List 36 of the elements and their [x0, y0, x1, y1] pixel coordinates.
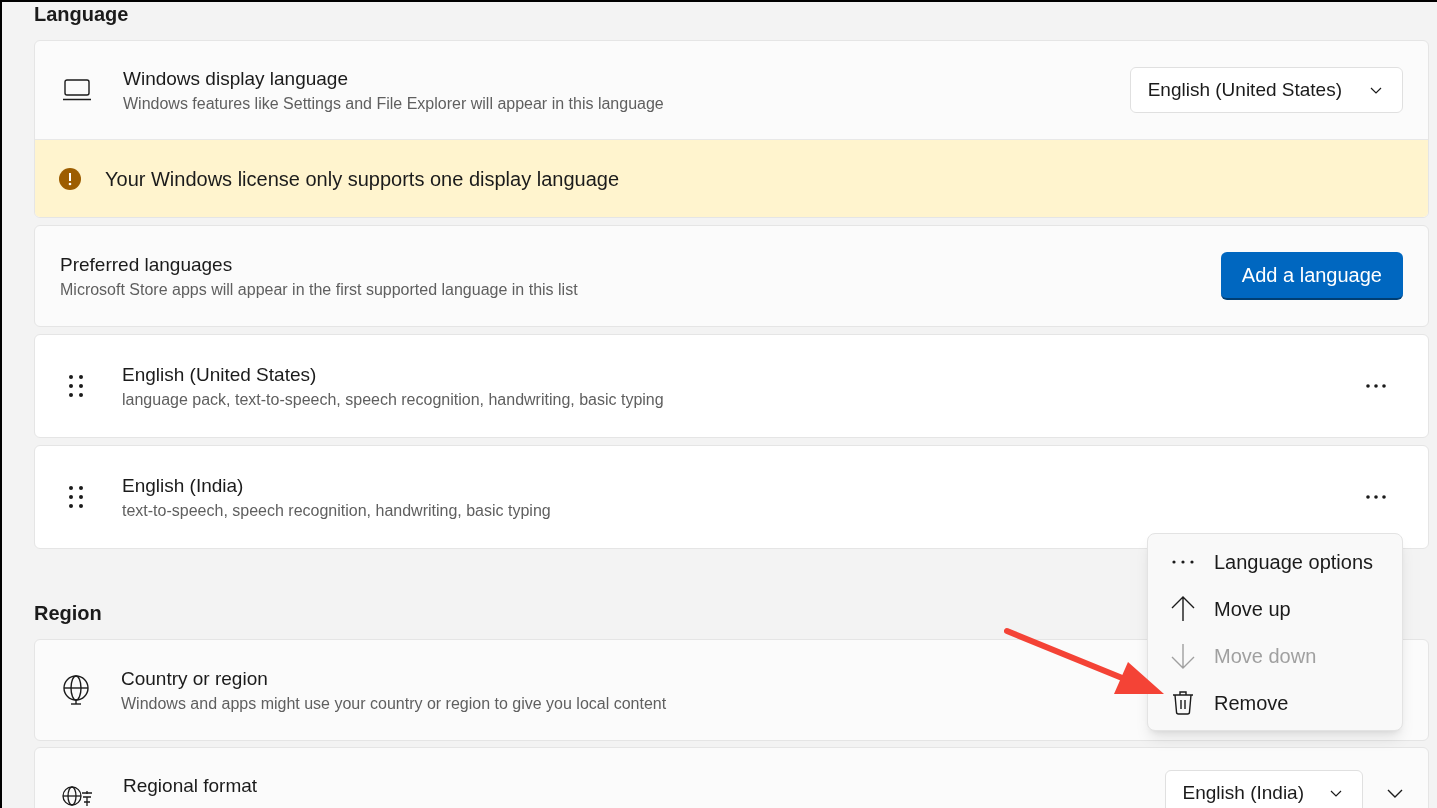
trash-icon [1170, 690, 1196, 715]
laptop-icon [62, 79, 92, 101]
setting-description: Windows and apps might use your country or region to give you local content [121, 693, 667, 714]
format-dropdown[interactable]: English (India) [1164, 770, 1363, 808]
setting-title: Regional format [123, 774, 258, 798]
setting-description: Microsoft Store apps will appear in the first supported language in this list [60, 279, 578, 300]
more-options-icon[interactable] [1366, 384, 1386, 388]
notice-text: Your Windows license only supports one display language [105, 166, 620, 192]
warning-icon [59, 167, 81, 190]
setting-description: Windows features like Settings and File Explorer will appear in this language [123, 93, 664, 114]
setting-title: English (United States) [122, 362, 318, 387]
drag-handle-icon[interactable] [68, 485, 84, 509]
arrow-up-icon [1170, 595, 1196, 622]
language-card[interactable]: English (United States) language pack, text-to-speech, speech recognition, handwriting, basic typing [34, 334, 1429, 438]
expand-chevron-icon[interactable] [1387, 789, 1403, 798]
arrow-down-icon [1170, 642, 1196, 669]
setting-description: language pack, text-to-speech, speech recognition, handwriting, basic typing [122, 389, 664, 410]
section-heading: Region [34, 601, 102, 625]
language-card[interactable]: English (India) text-to-speech, speech recognition, handwriting, basic typing [34, 445, 1429, 549]
chevron-down-icon [1330, 789, 1342, 797]
section-heading: Language [34, 2, 129, 26]
more-options-icon[interactable] [1366, 495, 1386, 499]
globe-icon [62, 675, 90, 705]
more-options-icon [1170, 559, 1196, 564]
language-dropdown[interactable]: English (United States) [1129, 67, 1403, 113]
menu-item[interactable]: Remove [1148, 679, 1402, 726]
menu-item[interactable]: Move up [1148, 585, 1402, 632]
language-globe-icon [62, 785, 94, 807]
add-language-button[interactable]: Add a language [1220, 252, 1403, 300]
setting-title: Windows display language [123, 66, 349, 91]
setting-description: text-to-speech, speech recognition, handwriting, basic typing [122, 500, 551, 521]
drag-handle-icon[interactable] [68, 374, 84, 398]
setting-title: English (India) [122, 473, 245, 498]
chevron-down-icon [1370, 86, 1382, 94]
setting-title: Preferred languages [60, 252, 234, 277]
setting-title: Country or region [121, 666, 269, 691]
